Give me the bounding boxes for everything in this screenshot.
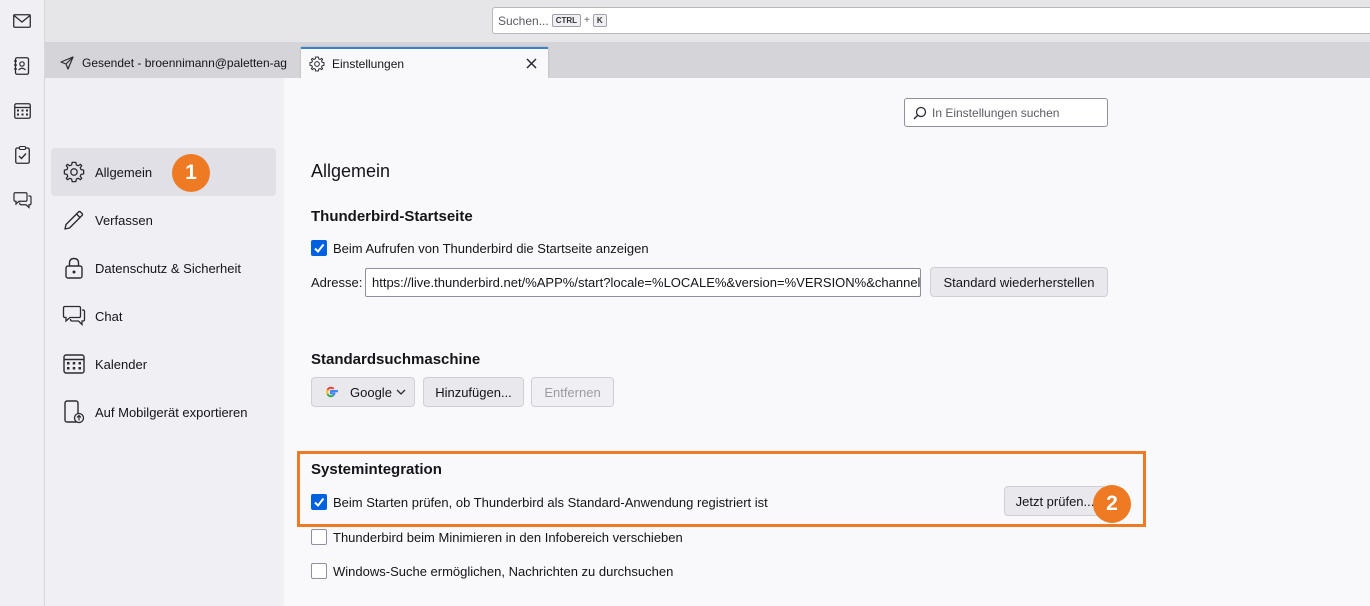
category-label: Verfassen <box>95 212 153 228</box>
search-engine-value: Google <box>350 384 392 400</box>
checkbox-label: Thunderbird beim Minimieren in den Infob… <box>333 529 683 545</box>
settings-pane: In Einstellungen suchen Allgemein Thunde… <box>284 78 1370 606</box>
gear-icon <box>62 160 86 184</box>
spaces-toolbar <box>0 0 45 606</box>
calendar-icon <box>62 352 86 376</box>
category-label: Auf Mobilgerät exportieren <box>95 404 248 420</box>
mobile-export-icon <box>62 400 86 424</box>
startpage-address-input[interactable]: https://live.thunderbird.net/%APP%/start… <box>365 268 921 297</box>
pencil-icon <box>62 208 86 232</box>
tasks-icon[interactable] <box>8 141 36 169</box>
chat-icon <box>62 304 86 328</box>
lock-icon <box>62 256 86 280</box>
systemintegration-heading: Systemintegration <box>311 461 442 478</box>
minimize-tray-checkbox[interactable]: Thunderbird beim Minimieren in den Infob… <box>311 529 683 545</box>
category-allgemein[interactable]: Allgemein <box>51 148 276 196</box>
close-icon[interactable] <box>523 55 539 71</box>
category-verfassen[interactable]: Verfassen <box>51 196 276 244</box>
page-title: Allgemein <box>311 161 391 181</box>
category-kalender[interactable]: Kalender <box>51 340 276 388</box>
category-label: Datenschutz & Sicherheit <box>95 260 241 276</box>
checkbox-unchecked[interactable] <box>311 529 327 545</box>
category-label: Chat <box>95 308 123 324</box>
remove-search-engine-button[interactable]: Entfernen <box>531 377 614 407</box>
address-book-icon[interactable] <box>8 52 36 80</box>
windows-search-checkbox[interactable]: Windows-Suche ermöglichen, Nachrichten z… <box>311 563 673 579</box>
checkbox-label: Windows-Suche ermöglichen, Nachrichten z… <box>333 563 674 579</box>
shortcut-plus: + <box>584 15 590 26</box>
category-mobile-export[interactable]: Auf Mobilgerät exportieren <box>51 388 276 436</box>
checkbox-label: Beim Starten prüfen, ob Thunderbird als … <box>333 494 768 510</box>
global-search-input[interactable]: Suchen... CTRL + K <box>492 7 1370 34</box>
shortcut-key-ctrl: CTRL <box>551 14 582 27</box>
restore-default-button[interactable]: Standard wiederherstellen <box>930 267 1108 297</box>
checkbox-label: Beim Aufrufen von Thunderbird die Starts… <box>333 240 649 256</box>
startpage-heading: Thunderbird-Startseite <box>311 208 473 225</box>
send-icon <box>60 56 74 70</box>
search-placeholder: Suchen... <box>498 13 549 28</box>
annotation-badge-2: 2 <box>1093 485 1131 523</box>
shortcut-key-k: K <box>592 14 607 27</box>
searchengine-heading: Standardsuchmaschine <box>311 351 481 368</box>
checkbox-checked[interactable] <box>311 240 327 256</box>
tab-settings[interactable]: Einstellungen <box>301 47 548 78</box>
category-chat[interactable]: Chat <box>51 292 276 340</box>
check-now-button[interactable]: Jetzt prüfen... <box>1004 486 1106 516</box>
check-default-checkbox[interactable]: Beim Starten prüfen, ob Thunderbird als … <box>311 494 768 510</box>
search-icon <box>913 106 927 120</box>
annotation-badge-1: 1 <box>172 154 210 192</box>
calendar-icon[interactable] <box>8 97 36 125</box>
search-engine-select[interactable]: Google <box>311 377 415 407</box>
category-label: Kalender <box>95 356 148 372</box>
category-datenschutz[interactable]: Datenschutz & Sicherheit <box>51 244 276 292</box>
mail-icon[interactable] <box>8 7 36 35</box>
show-startpage-checkbox[interactable]: Beim Aufrufen von Thunderbird die Starts… <box>311 240 649 256</box>
settings-categories: Allgemein Verfassen Datenschutz & Sicher… <box>45 78 284 606</box>
tab-label: Einstellungen <box>332 56 405 71</box>
google-icon <box>324 385 338 399</box>
gear-icon <box>309 56 325 72</box>
checkbox-unchecked[interactable] <box>311 563 327 579</box>
settings-search-input[interactable]: In Einstellungen suchen <box>904 98 1108 127</box>
add-search-engine-button[interactable]: Hinzufügen... <box>423 377 524 407</box>
address-label: Adresse: <box>311 275 363 290</box>
chat-icon[interactable] <box>8 186 36 214</box>
checkbox-checked[interactable] <box>311 494 327 510</box>
settings-search-placeholder: In Einstellungen suchen <box>932 105 1060 120</box>
tab-bar: Gesendet - broennimann@paletten-ag Einst… <box>45 42 1370 78</box>
top-toolbar: Suchen... CTRL + K <box>45 0 1370 42</box>
tab-label: Gesendet - broennimann@paletten-ag <box>82 56 287 70</box>
chevron-down-icon <box>396 389 406 395</box>
category-label: Allgemein <box>95 164 153 180</box>
tab-sent-folder[interactable]: Gesendet - broennimann@paletten-ag <box>53 48 298 78</box>
